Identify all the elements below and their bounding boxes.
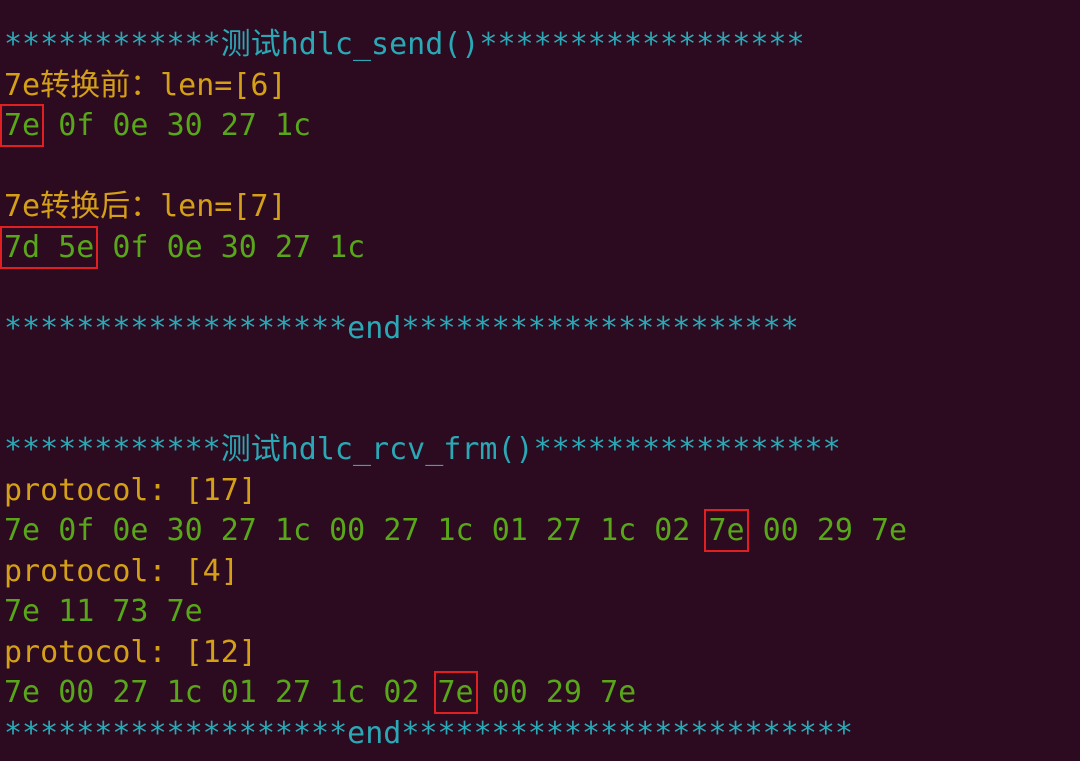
- output-header-line: protocol: [4]: [4, 553, 239, 589]
- hex-byte: 29: [545, 675, 582, 710]
- separator-line: ************测试hdlc_rcv_frm()************…: [4, 432, 841, 467]
- highlight-box: 7d 5e: [0, 225, 99, 269]
- highlight-box: 7e: [0, 104, 45, 147]
- hex-byte: 01: [491, 513, 528, 548]
- hex-byte: 02: [654, 513, 691, 548]
- hex-byte: 1c: [437, 513, 474, 548]
- hex-byte: 30: [220, 229, 257, 265]
- hex-byte: 1c: [329, 675, 366, 710]
- hex-byte: 27: [112, 675, 149, 710]
- output-header-line: 7e转换后：len=[7]: [4, 189, 287, 224]
- hex-byte: 00: [762, 513, 799, 548]
- separator-line: *******************end******************…: [4, 310, 799, 346]
- hex-byte: 30: [166, 513, 203, 548]
- output-header-line: 7e转换前：len=[6]: [4, 67, 287, 103]
- hex-byte: 1c: [600, 513, 637, 548]
- hex-byte: 27: [383, 513, 420, 548]
- hex-byte: 11: [58, 594, 95, 629]
- hex-bytes-line: 7e 11 73 7e: [4, 592, 1080, 633]
- output-header-line: protocol: [17]: [4, 472, 257, 508]
- hex-byte: 27: [220, 108, 257, 143]
- highlight-box: 7e: [704, 509, 749, 552]
- hex-byte: 29: [816, 513, 853, 548]
- hex-byte: 0f: [58, 513, 95, 548]
- separator-line: ************测试hdlc_send()***************…: [4, 27, 805, 62]
- hex-byte: 1c: [329, 229, 366, 265]
- hex-byte: 0e: [112, 108, 149, 143]
- hex-byte: 7e: [708, 513, 745, 548]
- hex-bytes-line: 7d 5e 0f 0e 30 27 1c: [0, 225, 1080, 269]
- hex-byte: 1c: [274, 513, 312, 548]
- hex-byte: 27: [274, 229, 312, 265]
- hex-byte: 00: [58, 675, 95, 710]
- hex-byte: 27: [274, 675, 312, 710]
- terminal-window: ************测试hdlc_send()***************…: [0, 0, 1080, 761]
- hex-bytes-line: 7e 00 27 1c 01 27 1c 02 7e 00 29 7e: [4, 671, 1080, 714]
- hex-byte: 0e: [166, 229, 203, 265]
- hex-byte: 7e: [4, 108, 41, 143]
- hex-byte: 30: [166, 108, 203, 143]
- hex-byte: 7e: [4, 513, 41, 548]
- hex-byte: 7e: [871, 513, 908, 548]
- hex-byte: 27: [545, 513, 582, 548]
- hex-byte: 73: [112, 594, 149, 629]
- hex-byte: 02: [383, 675, 420, 710]
- hex-bytes-line: 7e 0f 0e 30 27 1c 00 27 1c 01 27 1c 02 7…: [4, 509, 1080, 552]
- hex-byte: 5e: [58, 229, 95, 265]
- hex-byte: 7d: [4, 229, 41, 265]
- hex-byte: 7e: [437, 675, 474, 710]
- hex-byte: 7e: [4, 594, 41, 629]
- hex-byte: 7e: [4, 675, 41, 710]
- hex-byte: 01: [220, 675, 257, 710]
- output-header-line: protocol: [12]: [4, 634, 257, 670]
- hex-byte: 0e: [112, 513, 149, 548]
- hex-byte: 7e: [166, 594, 203, 629]
- hex-byte: 00: [329, 513, 366, 548]
- hex-byte: 00: [491, 675, 528, 710]
- hex-byte: 7e: [600, 675, 637, 710]
- hex-bytes-line: 7e 0f 0e 30 27 1c: [0, 104, 1080, 147]
- hex-byte: 1c: [166, 675, 203, 710]
- hex-byte: 1c: [274, 108, 312, 143]
- hex-byte: 0f: [58, 108, 95, 143]
- highlight-box: 7e: [433, 671, 478, 714]
- hex-byte: 27: [220, 513, 257, 548]
- hex-byte: 0f: [112, 229, 149, 265]
- separator-line: *******************end******************…: [4, 715, 853, 751]
